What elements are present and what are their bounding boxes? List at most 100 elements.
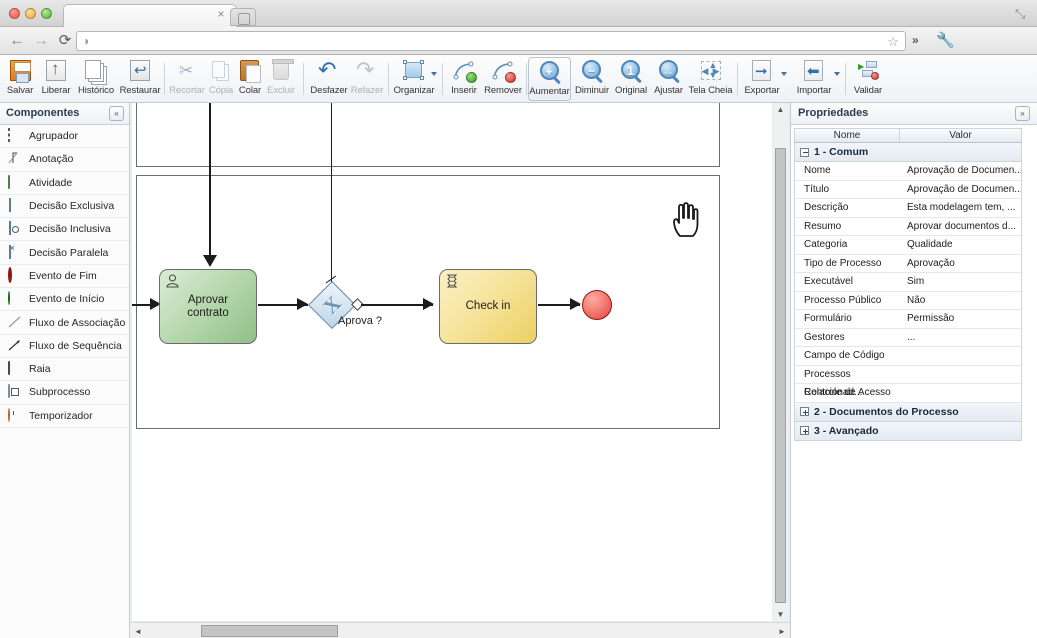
property-group-3-avancado[interactable]: 3 - Avançado (794, 421, 1022, 441)
sidebar-item-anotacao[interactable]: Anotação (0, 148, 129, 172)
property-row-processos-relacionados[interactable]: Processos Relacionad... (794, 365, 1022, 398)
sequence-flow-vertical-left[interactable] (209, 103, 211, 258)
toolbar-button-diminuir[interactable]: − Diminuir (572, 57, 612, 101)
window-minimize-button[interactable] (25, 8, 36, 19)
toolbar-button-refazer[interactable]: ↷ Refazer (348, 57, 386, 101)
toolbar-button-inserir[interactable]: Inserir (446, 57, 482, 101)
sidebar-item-decisao-paralela[interactable]: Decisão Paralela (0, 241, 129, 265)
task-check-in[interactable]: Check in (439, 269, 537, 344)
sidebar-item-agrupador[interactable]: Agrupador (0, 125, 129, 149)
window-close-button[interactable] (9, 8, 20, 19)
property-value[interactable]: Aprovação de Documen... (900, 162, 1021, 180)
sidebar-item-evento-de-inicio[interactable]: Evento de Início (0, 288, 129, 312)
toolbar-button-aumentar[interactable]: + Aumentar (528, 57, 571, 101)
property-value[interactable]: Esta modelagem tem, ... (900, 199, 1021, 217)
property-row-controle-de-acesso[interactable]: Controle de Acesso (794, 384, 1022, 403)
toolbar-button-recortar[interactable]: ✂ Recortar (167, 57, 207, 101)
toolbar-button-colar[interactable]: Colar (236, 57, 264, 101)
sidebar-item-subprocesso[interactable]: Subprocesso (0, 381, 129, 405)
sidebar-item-atividade[interactable]: Atividade (0, 172, 129, 195)
toolbar-button-desfazer[interactable]: ↶ Desfazer (308, 57, 350, 101)
property-value[interactable] (900, 384, 1021, 402)
new-tab-button[interactable] (230, 8, 256, 26)
toolbar-button-organizar[interactable]: Organizar (392, 57, 436, 101)
expand-group-icon[interactable] (800, 407, 809, 416)
wrench-menu-icon[interactable]: 🔧 (936, 31, 955, 49)
toolbar-button-restaurar[interactable]: Restaurar (118, 57, 162, 101)
sidebar-item-decisao-inclusiva[interactable]: Decisão Inclusiva (0, 218, 129, 242)
property-row-categoria[interactable]: Categoria Qualidade (794, 236, 1022, 255)
back-icon[interactable]: ← (8, 32, 26, 50)
expand-properties-icon[interactable]: » (1015, 106, 1030, 121)
diagram-canvas[interactable]: Aprovar contrato X Aprova ? Check in (132, 103, 772, 621)
sidebar-item-fluxo-de-associacao[interactable]: Fluxo de Associação (0, 311, 129, 335)
diagram-canvas-area[interactable]: Aprovar contrato X Aprova ? Check in ▲ ▼… (130, 103, 790, 638)
scroll-up-icon[interactable]: ▲ (773, 105, 788, 114)
property-row-tipo-de-processo[interactable]: Tipo de Processo Aprovação (794, 254, 1022, 273)
property-value[interactable]: ... (900, 329, 1021, 347)
property-row-descricao[interactable]: Descrição Esta modelagem tem, ... (794, 199, 1022, 218)
toolbar-button-tela-cheia[interactable]: ▲ ▼ ◀ ▶ Tela Cheia (687, 57, 734, 101)
reload-icon[interactable]: ⟳ (56, 32, 74, 50)
property-row-titulo[interactable]: Título Aprovação de Documen... (794, 180, 1022, 199)
toolbar-button-liberar[interactable]: Liberar (38, 57, 74, 101)
property-value[interactable]: Sim (900, 273, 1021, 291)
sidebar-item-evento-de-fim[interactable]: Evento de Fim (0, 265, 129, 289)
toolbar-button-importar[interactable]: ⬅ Importar (793, 57, 835, 101)
toolbar-button-historico[interactable]: Histórico (75, 57, 117, 101)
property-value[interactable]: Permissão (900, 310, 1021, 328)
tab-close-icon[interactable]: × (215, 8, 227, 21)
toolbar-button-original[interactable]: 1 Original (612, 57, 650, 101)
property-group-2-documentos[interactable]: 2 - Documentos do Processo (794, 402, 1022, 422)
toolbar-button-copia[interactable]: Cópia (206, 57, 236, 101)
window-maximize-button[interactable] (41, 8, 52, 19)
property-row-executavel[interactable]: Executável Sim (794, 273, 1022, 292)
sidebar-item-decisao-exclusiva[interactable]: Decisão Exclusiva (0, 195, 129, 219)
property-row-resumo[interactable]: Resumo Aprovar documentos d... (794, 217, 1022, 236)
collapse-group-icon[interactable] (800, 147, 809, 157)
importar-dropdown-caret-icon[interactable] (834, 72, 840, 76)
property-row-campo-de-codigo[interactable]: Campo de Código (794, 347, 1022, 366)
pool-lane-top[interactable] (136, 103, 720, 167)
property-value[interactable] (900, 347, 1021, 365)
toolbar-button-validar[interactable]: ▶ Validar (849, 57, 887, 101)
property-value[interactable]: Aprovação de Documen... (900, 181, 1021, 199)
canvas-vscroll-thumb[interactable] (775, 148, 786, 603)
sequence-flow-vertical-gateway[interactable] (331, 103, 333, 291)
toolbar-button-salvar[interactable]: Salvar (3, 57, 37, 101)
exportar-dropdown-caret-icon[interactable] (781, 72, 787, 76)
toolbar-button-ajustar[interactable]: ↔ Ajustar (650, 57, 687, 101)
property-row-processo-publico[interactable]: Processo Público Não (794, 291, 1022, 310)
property-row-formulario[interactable]: Formulário Permissão (794, 310, 1022, 329)
toolbar-button-excluir[interactable]: Excluir (265, 57, 297, 101)
bookmark-star-icon[interactable]: ☆ (887, 34, 899, 49)
toolbar-button-remover[interactable]: Remover (482, 57, 524, 101)
chevron-overflow-icon[interactable]: » (912, 33, 919, 47)
canvas-hscroll-thumb[interactable] (201, 625, 338, 637)
property-value[interactable]: Qualidade (900, 236, 1021, 254)
canvas-vertical-scrollbar[interactable]: ▲ ▼ (773, 103, 788, 621)
browser-tab[interactable]: × (63, 4, 237, 27)
property-row-gestores[interactable]: Gestores ... (794, 328, 1022, 347)
property-value[interactable]: Aprovação (900, 255, 1021, 273)
scroll-down-icon[interactable]: ▼ (773, 610, 788, 619)
sidebar-item-raia[interactable]: Raia (0, 358, 129, 382)
property-value[interactable]: Aprovar documentos d... (900, 218, 1021, 236)
property-row-nome[interactable]: Nome Aprovação de Documen... (794, 162, 1022, 181)
end-event[interactable] (582, 290, 612, 320)
sidebar-item-fluxo-de-sequencia[interactable]: Fluxo de Sequência (0, 335, 129, 358)
organizar-dropdown-caret-icon[interactable] (431, 72, 437, 76)
property-value[interactable] (900, 366, 1021, 384)
property-group-1-comum[interactable]: 1 - Comum (794, 143, 1022, 162)
address-bar[interactable]: ◑ ☆ (76, 31, 906, 51)
expand-group-icon[interactable] (800, 426, 809, 435)
sidebar-item-temporizador[interactable]: Temporizador (0, 405, 129, 428)
forward-icon[interactable]: → (32, 32, 50, 50)
property-value[interactable]: Não (900, 292, 1021, 310)
scroll-right-icon[interactable]: ► (777, 627, 787, 636)
toolbar-button-exportar[interactable]: ➞ Exportar (742, 57, 782, 101)
canvas-horizontal-scrollbar[interactable]: ◄ ► (130, 622, 790, 638)
scroll-left-icon[interactable]: ◄ (133, 627, 143, 636)
collapse-sidebar-icon[interactable]: « (109, 106, 124, 121)
task-aprovar-contrato[interactable]: Aprovar contrato (159, 269, 257, 344)
